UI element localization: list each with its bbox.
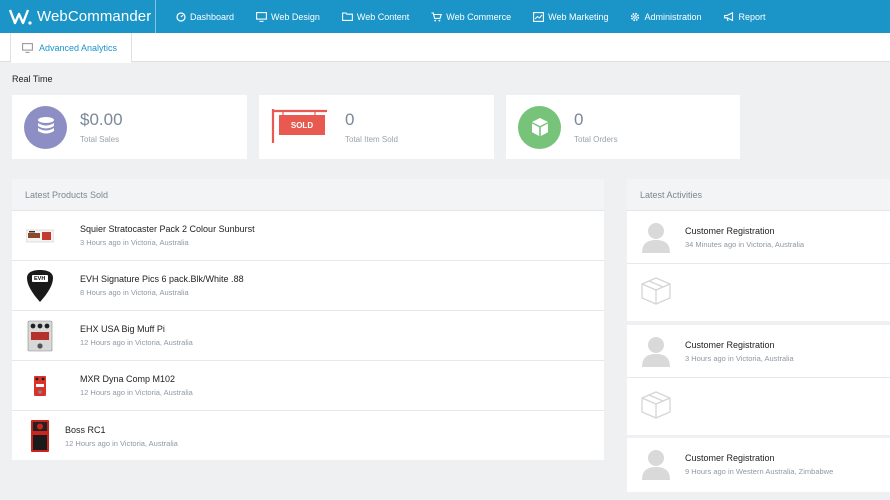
tab-strip: Advanced Analytics — [0, 33, 890, 63]
nav-web-content[interactable]: Web Content — [341, 12, 409, 22]
list-item[interactable]: Customer Registration 34 Minutes ago in … — [627, 211, 890, 263]
activity-group: Customer Registration 3 Hours ago in Vic… — [627, 325, 890, 435]
looper-pedal-thumbnail — [25, 418, 55, 454]
gear-icon — [631, 12, 640, 21]
dashboard-icon — [176, 11, 186, 22]
user-avatar-icon — [642, 223, 670, 253]
total-orders-value: 0 — [574, 110, 584, 129]
total-sales-value: $0.00 — [80, 110, 123, 129]
top-navbar: WebCommander Dashboard Web Design Web Co… — [0, 0, 890, 33]
nav-dashboard[interactable]: Dashboard — [176, 12, 234, 22]
package-icon — [641, 276, 671, 305]
total-items-label: Total Item Sold — [345, 135, 398, 144]
monitor-icon — [256, 11, 267, 22]
latest-products-title: Latest Products Sold — [12, 179, 604, 211]
compressor-pedal-thumbnail — [25, 368, 55, 404]
total-sales-label: Total Sales — [80, 135, 120, 144]
evh-pick-label: EVH — [34, 275, 46, 282]
app-name: WebCommander — [37, 8, 152, 25]
latest-activities-title: Latest Activities — [627, 179, 890, 211]
total-orders-card: 0 Total Orders — [506, 95, 740, 159]
total-orders-label: Total Orders — [574, 135, 618, 144]
guitar-pick-thumbnail: EVH — [25, 268, 55, 304]
app-logo[interactable]: WebCommander — [0, 0, 156, 33]
list-item[interactable]: Boss RC1 12 Hours ago in Victoria, Austr… — [12, 411, 604, 461]
latest-products-panel: Latest Products Sold Squier Stratocaster… — [12, 179, 604, 460]
sold-badge: SOLD — [279, 115, 325, 135]
monitor-icon — [22, 42, 33, 53]
guitar-pack-thumbnail — [25, 218, 55, 254]
total-sales-card: $0.00 Total Sales — [12, 95, 247, 159]
list-item — [627, 263, 890, 315]
main-nav: Dashboard Web Design Web Content Web Com… — [176, 11, 788, 22]
list-item[interactable]: Customer Registration 3 Hours ago in Vic… — [627, 325, 890, 377]
list-item[interactable]: EVH EVH Signature Pics 6 pack.Blk/White … — [12, 261, 604, 311]
user-avatar-icon — [642, 450, 670, 480]
nav-web-commerce[interactable]: Web Commerce — [431, 12, 511, 22]
fuzz-pedal-thumbnail — [25, 318, 55, 354]
realtime-title: Real Time — [12, 74, 53, 84]
cart-icon — [431, 11, 443, 21]
list-item — [627, 377, 890, 429]
list-item[interactable]: MXR Dyna Comp M102 12 Hours ago in Victo… — [12, 361, 604, 411]
list-item[interactable]: EHX USA Big Muff Pi 12 Hours ago in Vict… — [12, 311, 604, 361]
activity-group: Customer Registration 9 Hours ago in Wes… — [627, 438, 890, 492]
nav-administration[interactable]: Administration — [630, 12, 702, 22]
nav-web-design[interactable]: Web Design — [256, 12, 320, 22]
sold-sign-icon: SOLD — [271, 107, 329, 147]
folder-icon — [341, 12, 353, 21]
list-item[interactable]: Squier Stratocaster Pack 2 Colour Sunbur… — [12, 211, 604, 261]
total-items-card: SOLD 0 Total Item Sold — [259, 95, 494, 159]
total-items-value: 0 — [345, 110, 355, 129]
list-item[interactable]: Customer Registration 9 Hours ago in Wes… — [627, 438, 890, 490]
nav-web-marketing[interactable]: Web Marketing — [533, 12, 608, 22]
package-icon — [641, 390, 671, 419]
chart-icon — [533, 11, 545, 22]
megaphone-icon — [723, 11, 733, 21]
latest-activities-panel: Latest Activities Customer Registration … — [627, 179, 890, 321]
database-icon — [24, 105, 67, 149]
box-icon — [518, 105, 561, 149]
user-avatar-icon — [642, 337, 670, 367]
nav-report[interactable]: Report — [723, 11, 766, 22]
webcommander-logo-icon — [9, 9, 32, 25]
tab-advanced-analytics[interactable]: Advanced Analytics — [10, 33, 132, 63]
